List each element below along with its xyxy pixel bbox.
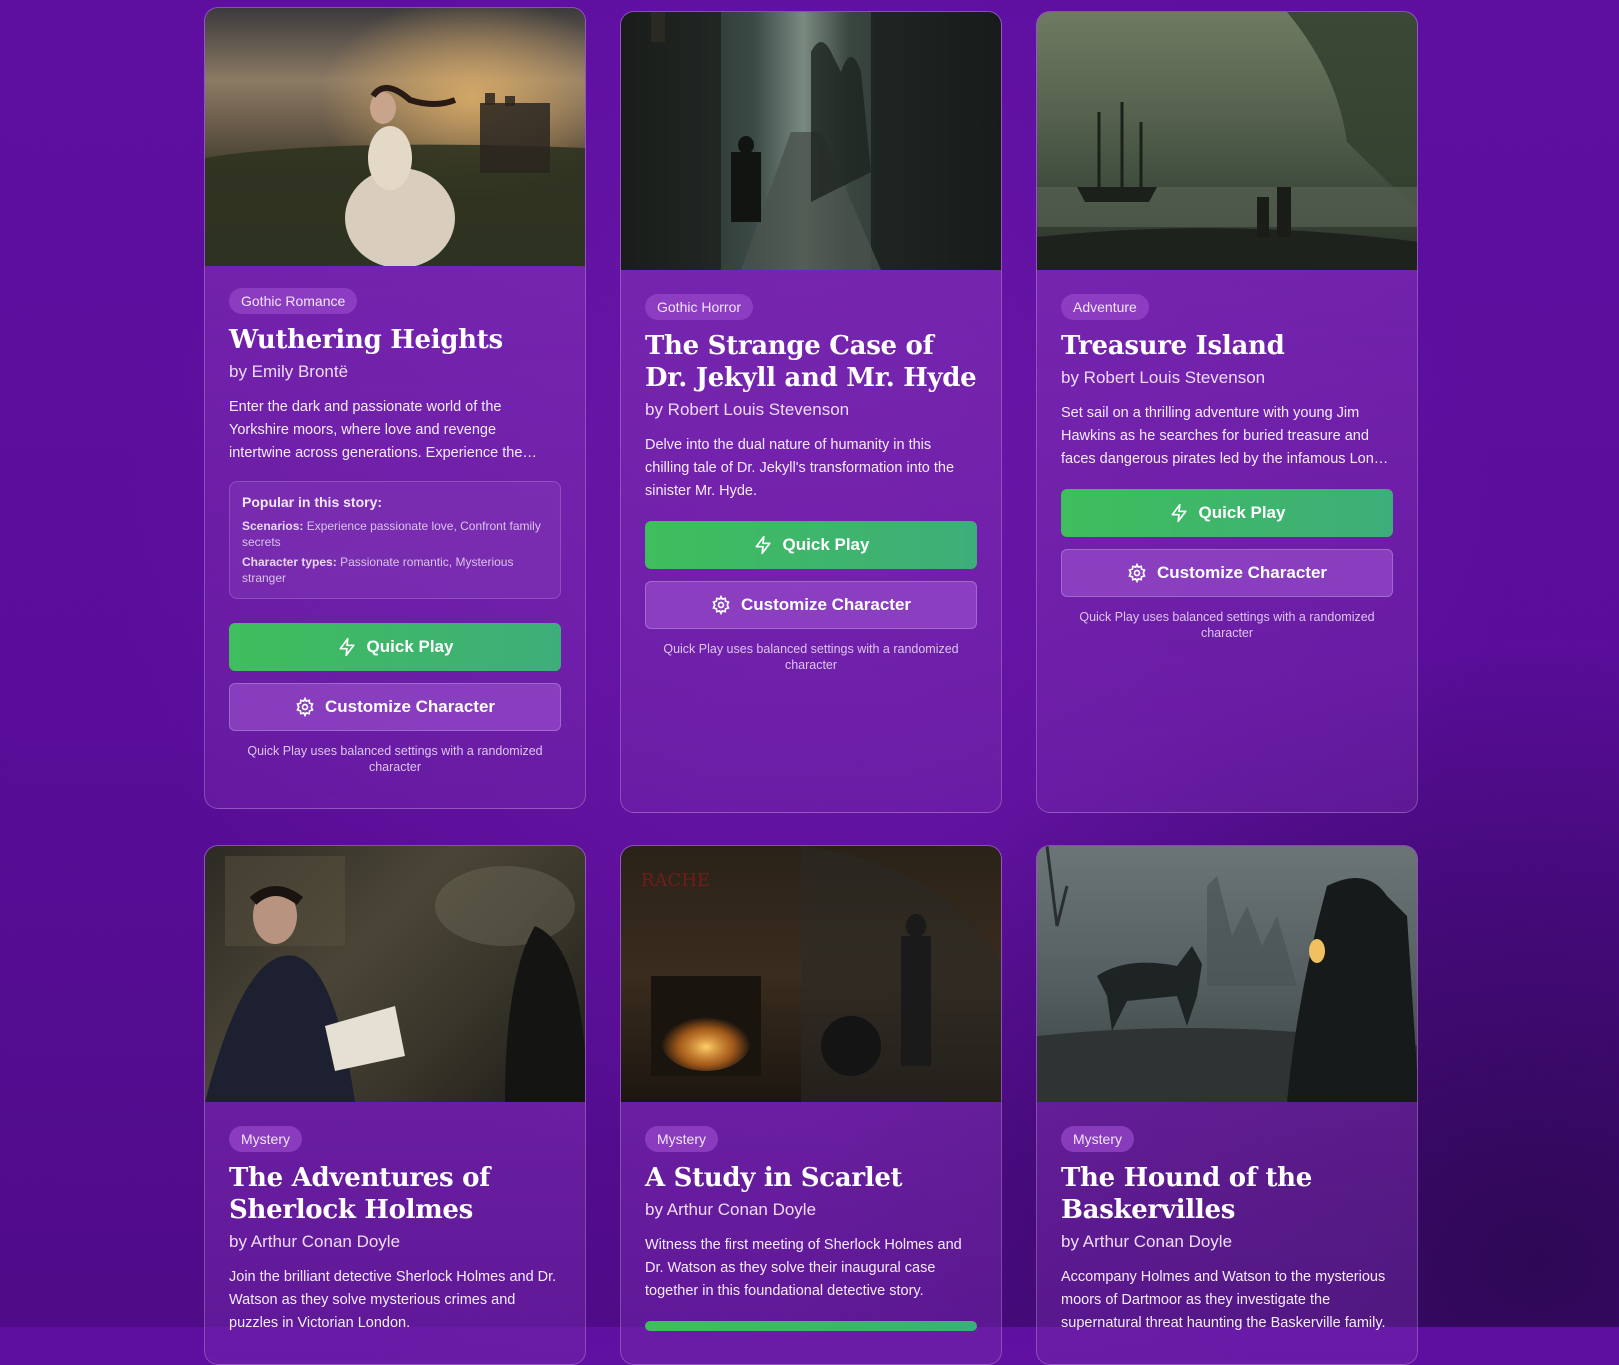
gear-icon xyxy=(296,697,314,717)
story-cover-image xyxy=(621,12,1001,270)
quick-play-note: Quick Play uses balanced settings with a… xyxy=(663,642,959,672)
story-title: The Hound of the Baskervilles xyxy=(1061,1163,1313,1225)
quick-play-note: Quick Play uses balanced settings with a… xyxy=(247,744,543,774)
quick-play-label: Quick Play xyxy=(1198,503,1286,522)
genre-badge: Mystery xyxy=(229,1126,302,1152)
story-title: A Study in Scarlet xyxy=(645,1163,903,1193)
quick-play-button[interactable] xyxy=(645,1321,977,1331)
popular-box: Popular in this story: Scenarios: Experi… xyxy=(229,481,561,599)
genre-badge: Adventure xyxy=(1061,294,1149,320)
customize-character-button[interactable]: Customize Character xyxy=(1061,549,1393,597)
lightning-icon xyxy=(755,535,771,555)
quick-play-label: Quick Play xyxy=(366,637,454,656)
story-cover-image xyxy=(205,8,585,266)
story-title: The Strange Case of Dr. Jekyll and Mr. H… xyxy=(645,331,977,393)
story-card-body: Gothic Romance Wuthering Heights by Emil… xyxy=(205,266,585,795)
gear-icon xyxy=(1128,563,1146,583)
story-card-body: Gothic Horror The Strange Case of Dr. Je… xyxy=(621,270,1001,693)
story-author: by Robert Louis Stevenson xyxy=(645,400,850,419)
story-card-body: Mystery The Adventures of Sherlock Holme… xyxy=(205,1102,585,1355)
quick-play-button[interactable]: Quick Play xyxy=(229,623,561,671)
story-author: by Arthur Conan Doyle xyxy=(1061,1232,1233,1251)
character-types-label: Character types: xyxy=(242,555,337,569)
svg-text:RACHE: RACHE xyxy=(641,870,710,891)
lightning-icon xyxy=(1171,503,1187,523)
customize-character-button[interactable]: Customize Character xyxy=(645,581,977,629)
story-card-body: Mystery The Hound of the Baskervilles by… xyxy=(1037,1102,1417,1355)
popular-scenarios: Scenarios: Experience passionate love, C… xyxy=(242,518,548,550)
story-cover-image xyxy=(1037,846,1417,1102)
story-cover-image xyxy=(205,846,585,1102)
story-title: Treasure Island xyxy=(1061,331,1285,361)
genre-badge: Mystery xyxy=(1061,1126,1134,1152)
story-cover-image: RACHE xyxy=(621,846,1001,1102)
story-author: by Robert Louis Stevenson xyxy=(1061,368,1266,387)
story-description: Accompany Holmes and Watson to the myste… xyxy=(1061,1269,1386,1331)
quick-play-label: Quick Play xyxy=(782,535,870,554)
story-card-body: Mystery A Study in Scarlet by Arthur Con… xyxy=(621,1102,1001,1351)
story-card-study-in-scarlet: RACHE Mystery A Study in Scarlet by Arth… xyxy=(620,845,1002,1365)
story-author: by Arthur Conan Doyle xyxy=(229,1232,401,1251)
scenarios-label: Scenarios: xyxy=(242,519,304,533)
story-description: Enter the dark and passionate world of t… xyxy=(229,399,523,461)
story-description: Witness the first meeting of Sherlock Ho… xyxy=(645,1237,962,1299)
story-card-sherlock-holmes: Mystery The Adventures of Sherlock Holme… xyxy=(204,845,586,1365)
story-card-jekyll-hyde: Gothic Horror The Strange Case of Dr. Je… xyxy=(620,11,1002,813)
story-card-body: Adventure Treasure Island by Robert Loui… xyxy=(1037,270,1417,661)
quick-play-button[interactable]: Quick Play xyxy=(645,521,977,569)
story-description: Delve into the dual nature of humanity i… xyxy=(645,437,955,499)
customize-label: Customize Character xyxy=(740,595,912,614)
customize-label: Customize Character xyxy=(1156,563,1328,582)
story-title: Wuthering Heights xyxy=(229,325,503,355)
gear-icon xyxy=(712,595,730,615)
popular-heading: Popular in this story: xyxy=(242,494,383,510)
quick-play-button[interactable]: Quick Play xyxy=(1061,489,1393,537)
story-description: Set sail on a thrilling adventure with y… xyxy=(1061,405,1382,467)
customize-character-button[interactable]: Customize Character xyxy=(229,683,561,731)
story-card-wuthering-heights: Gothic Romance Wuthering Heights by Emil… xyxy=(204,7,586,809)
story-card-hound-baskervilles: Mystery The Hound of the Baskervilles by… xyxy=(1036,845,1418,1365)
lightning-icon xyxy=(339,637,355,657)
story-card-treasure-island: Adventure Treasure Island by Robert Loui… xyxy=(1036,11,1418,813)
story-description: Join the brilliant detective Sherlock Ho… xyxy=(229,1269,557,1331)
genre-badge: Gothic Horror xyxy=(645,294,754,320)
story-author: by Arthur Conan Doyle xyxy=(645,1200,817,1219)
popular-character-types: Character types: Passionate romantic, My… xyxy=(242,554,548,586)
genre-badge: Gothic Romance xyxy=(229,288,358,314)
customize-label: Customize Character xyxy=(324,697,496,716)
story-cover-image xyxy=(1037,12,1417,270)
story-author: by Emily Brontë xyxy=(229,362,349,381)
genre-badge: Mystery xyxy=(645,1126,718,1152)
quick-play-note: Quick Play uses balanced settings with a… xyxy=(1079,610,1375,640)
story-title: The Adventures of Sherlock Holmes xyxy=(229,1163,491,1225)
